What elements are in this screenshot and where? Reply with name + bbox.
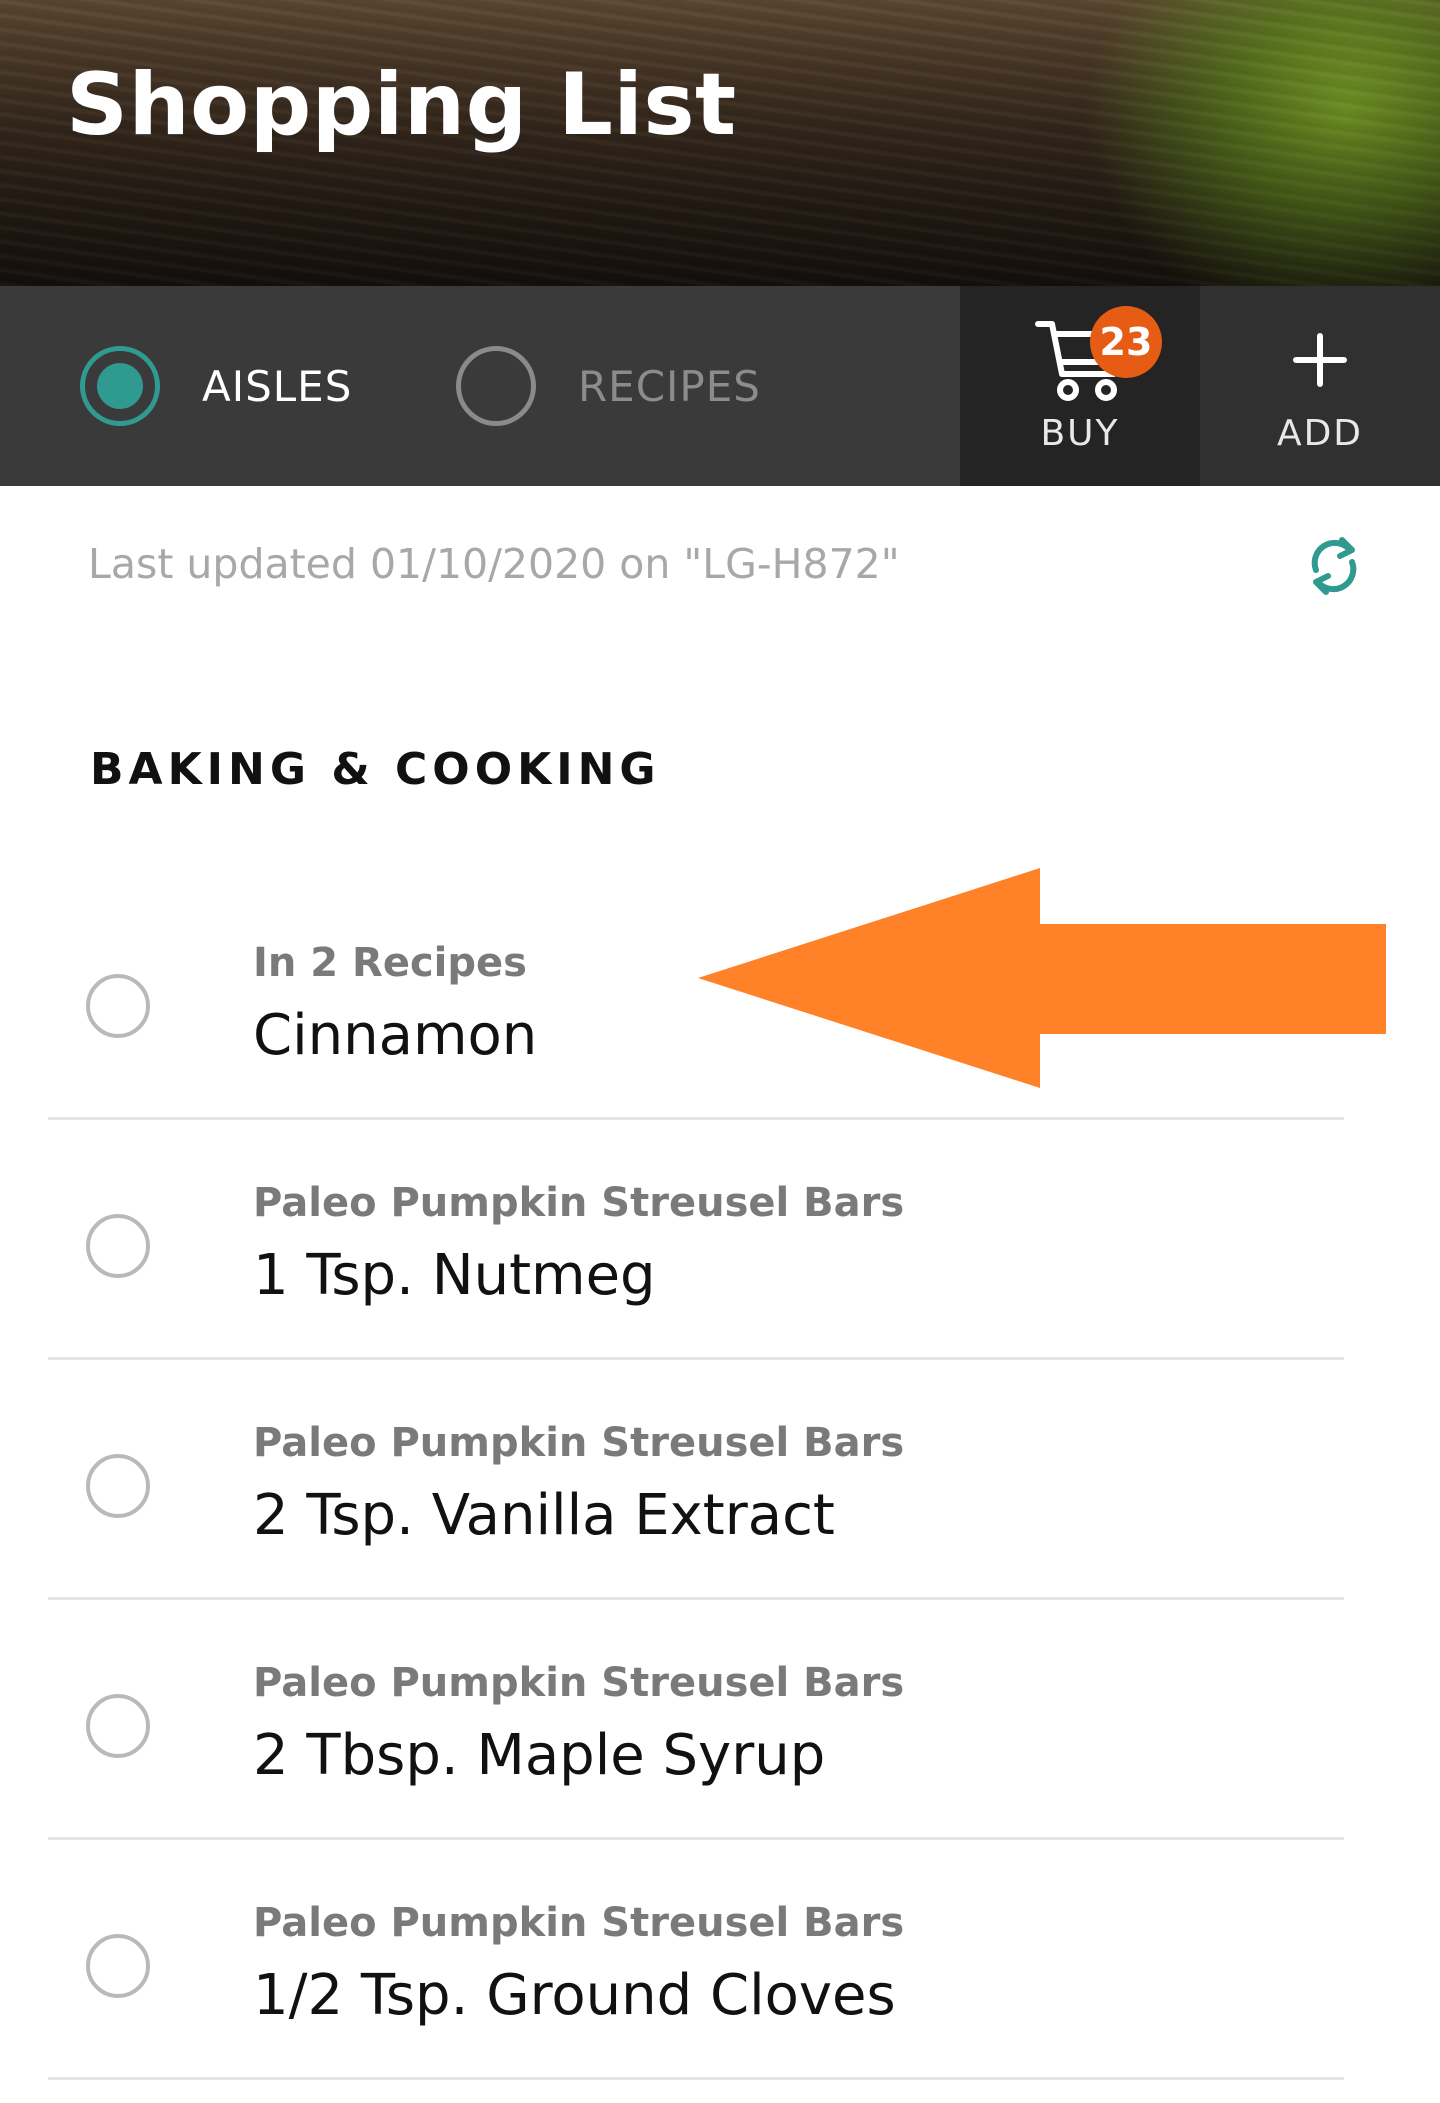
item-recipe-source: Paleo Pumpkin Streusel Bars xyxy=(253,1900,905,1946)
item-checkbox[interactable] xyxy=(86,1694,150,1758)
view-option-recipes[interactable]: RECIPES xyxy=(456,346,761,426)
radio-selected-icon xyxy=(80,346,160,426)
header-banner: Shopping List xyxy=(0,0,1440,286)
plus-icon xyxy=(1293,333,1347,387)
radio-unselected-icon xyxy=(456,346,536,426)
cart-count-badge: 23 xyxy=(1090,306,1162,378)
list-item[interactable]: Paleo Pumpkin Streusel Bars 1 Tsp. Nutme… xyxy=(0,1120,1440,1360)
sync-icon[interactable] xyxy=(1306,530,1362,602)
aisle-section-title: BAKING & COOKING xyxy=(90,744,661,795)
buy-label: BUY xyxy=(1040,413,1120,454)
add-label: ADD xyxy=(1276,413,1364,454)
view-option-label: AISLES xyxy=(202,361,353,411)
divider xyxy=(48,2077,1344,2080)
page-title: Shopping List xyxy=(66,55,737,155)
item-recipe-source: Paleo Pumpkin Streusel Bars xyxy=(253,1660,905,1706)
item-name: Cinnamon xyxy=(253,1003,538,1068)
view-option-aisles[interactable]: AISLES xyxy=(80,346,352,426)
item-checkbox[interactable] xyxy=(86,1934,150,1998)
view-option-label: RECIPES xyxy=(578,361,761,411)
item-name: 1/2 Tsp. Ground Cloves xyxy=(253,1963,896,2028)
add-button[interactable]: ADD xyxy=(1200,286,1440,486)
item-recipe-source: Paleo Pumpkin Streusel Bars xyxy=(253,1420,905,1466)
toolbar: AISLES RECIPES 23 BUY ADD xyxy=(0,286,1440,486)
item-name: 1 Tsp. Nutmeg xyxy=(253,1243,656,1308)
item-name: 2 Tsp. Vanilla Extract xyxy=(253,1483,835,1548)
item-checkbox[interactable] xyxy=(86,1454,150,1518)
item-checkbox[interactable] xyxy=(86,974,150,1038)
annotation-arrow-icon xyxy=(698,868,1386,1088)
item-checkbox[interactable] xyxy=(86,1214,150,1278)
list-item[interactable]: Paleo Pumpkin Streusel Bars 2 Tbsp. Mapl… xyxy=(0,1600,1440,1840)
item-recipe-source: In 2 Recipes xyxy=(253,940,527,986)
list-item[interactable]: Paleo Pumpkin Streusel Bars 1/2 Tsp. Gro… xyxy=(0,1840,1440,2080)
buy-button[interactable]: 23 BUY xyxy=(960,286,1200,486)
sync-status-row: Last updated 01/10/2020 on "LG-H872" xyxy=(0,486,1440,646)
last-updated-text: Last updated 01/10/2020 on "LG-H872" xyxy=(88,540,900,588)
list-item[interactable]: Paleo Pumpkin Streusel Bars 2 Tsp. Vanil… xyxy=(0,1360,1440,1600)
item-name: 2 Tbsp. Maple Syrup xyxy=(253,1723,826,1788)
view-toggle-group: AISLES RECIPES xyxy=(0,286,960,486)
item-recipe-source: Paleo Pumpkin Streusel Bars xyxy=(253,1180,905,1226)
